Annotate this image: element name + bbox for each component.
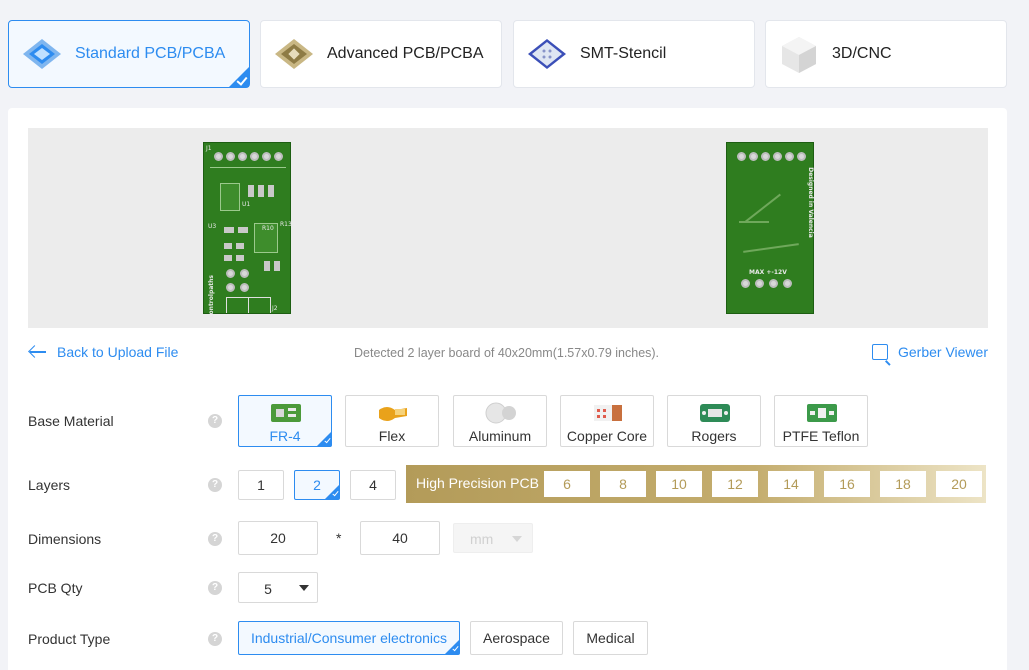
- material-label: Aluminum: [468, 428, 532, 444]
- help-icon[interactable]: ?: [208, 581, 222, 595]
- standard-pcb-icon: [19, 31, 65, 77]
- layer-option-2[interactable]: 2: [294, 470, 340, 500]
- back-label: Back to Upload File: [57, 344, 179, 360]
- fr4-board-icon: [271, 404, 301, 422]
- 3d-cnc-icon: [776, 31, 822, 77]
- pcb-top-view: J1 U1 U3 R10 R13 controlpaths J2: [203, 142, 292, 318]
- qty-value: 5: [264, 581, 272, 597]
- layer-option-12[interactable]: 12: [712, 471, 758, 497]
- pcb-qty-row: PCB Qty ? 5: [28, 572, 988, 603]
- chevron-down-icon: [299, 585, 309, 591]
- arrow-left-icon: [28, 345, 48, 359]
- product-type-row: Product Type ? Industrial/Consumer elect…: [28, 621, 988, 655]
- tab-label: Standard PCB/PCBA: [75, 45, 226, 62]
- chevron-down-icon: [512, 536, 522, 542]
- quote-panel: J1 U1 U3 R10 R13 controlpaths J2 Designe…: [8, 108, 1007, 670]
- field-label: Product Type: [28, 631, 111, 647]
- dimension-width-input[interactable]: 20: [238, 521, 318, 555]
- gerber-preview: J1 U1 U3 R10 R13 controlpaths J2 Designe…: [28, 128, 988, 328]
- silkscreen-label: U1: [242, 201, 251, 208]
- material-option-fr4[interactable]: FR-4: [238, 395, 332, 447]
- layer-option-8[interactable]: 8: [600, 471, 646, 497]
- silkscreen-label: J2: [272, 305, 278, 312]
- tab-3d-cnc[interactable]: 3D/CNC: [765, 20, 1007, 88]
- silkscreen-label: R10: [262, 225, 274, 232]
- tab-label: 3D/CNC: [832, 45, 892, 62]
- unit-select[interactable]: mm: [453, 523, 533, 553]
- material-option-copper-core[interactable]: Copper Core: [560, 395, 654, 447]
- layers-row: Layers ? 1 2 4 High Precision PCB 6 8 10…: [28, 465, 988, 503]
- aluminum-board-icon: [485, 402, 516, 424]
- product-type-industrial[interactable]: Industrial/Consumer electronics: [238, 621, 460, 655]
- layer-option-4[interactable]: 4: [350, 470, 396, 500]
- material-option-aluminum[interactable]: Aluminum: [453, 395, 547, 447]
- detection-summary: Detected 2 layer board of 40x20mm(1.57x0…: [354, 346, 660, 360]
- silkscreen-label: U3: [208, 223, 217, 230]
- document-search-icon: [871, 344, 888, 360]
- material-label: Rogers: [691, 428, 737, 444]
- silkscreen-label: MAX +-12V: [749, 269, 787, 276]
- layer-option-16[interactable]: 16: [824, 471, 870, 497]
- field-label: Dimensions: [28, 531, 102, 547]
- unit-value: mm: [470, 531, 494, 547]
- help-icon[interactable]: ?: [208, 632, 222, 646]
- gerber-label: Gerber Viewer: [897, 344, 988, 360]
- field-label: PCB Qty: [28, 580, 83, 596]
- flex-board-icon: [379, 407, 407, 421]
- silkscreen-label: controlpaths: [208, 274, 216, 319]
- product-tabs: Standard PCB/PCBA Advanced PCB/PCBA SMT-…: [8, 20, 1008, 88]
- help-icon[interactable]: ?: [208, 532, 222, 546]
- help-icon[interactable]: ?: [208, 478, 222, 492]
- gerber-viewer-link[interactable]: Gerber Viewer: [871, 344, 988, 360]
- tab-standard-pcb[interactable]: Standard PCB/PCBA: [8, 20, 250, 88]
- copper-core-icon: [594, 405, 622, 421]
- layer-option-18[interactable]: 18: [880, 471, 926, 497]
- smt-stencil-icon: [524, 31, 570, 77]
- back-to-upload-link[interactable]: Back to Upload File: [28, 344, 178, 360]
- material-option-flex[interactable]: Flex: [345, 395, 439, 447]
- material-label: Flex: [378, 428, 406, 444]
- layer-option-6[interactable]: 6: [544, 471, 590, 497]
- pcb-qty-select[interactable]: 5: [238, 572, 318, 603]
- material-label: PTFE Teflon: [782, 428, 860, 444]
- high-precision-label: High Precision PCB: [416, 475, 539, 491]
- product-type-medical[interactable]: Medical: [573, 621, 648, 655]
- rogers-board-icon: [700, 404, 730, 422]
- help-icon[interactable]: ?: [208, 414, 222, 428]
- layer-option-10[interactable]: 10: [656, 471, 702, 497]
- high-precision-pcb-group: High Precision PCB 6 8 10 12 14 16 18 20: [406, 465, 986, 503]
- material-label: Copper Core: [566, 428, 648, 444]
- material-label: FR-4: [269, 428, 301, 444]
- tab-label: Advanced PCB/PCBA: [327, 45, 484, 62]
- silkscreen-label: R13: [280, 221, 292, 228]
- silkscreen-label: J1: [206, 145, 212, 152]
- pcb-bottom-view: Designed in Valencia MAX +-12V: [726, 142, 814, 314]
- material-option-ptfe-teflon[interactable]: PTFE Teflon: [774, 395, 868, 447]
- material-option-rogers[interactable]: Rogers: [667, 395, 761, 447]
- layer-option-20[interactable]: 20: [936, 471, 982, 497]
- selected-check-icon: [229, 67, 249, 87]
- layer-option-1[interactable]: 1: [238, 470, 284, 500]
- advanced-pcb-icon: [271, 31, 317, 77]
- field-label: Layers: [28, 477, 71, 493]
- layer-option-14[interactable]: 14: [768, 471, 814, 497]
- product-type-aerospace[interactable]: Aerospace: [470, 621, 563, 655]
- dimension-separator: *: [336, 530, 342, 546]
- field-label: Base Material: [28, 413, 114, 429]
- dimensions-row: Dimensions ? 20 * 40 mm: [28, 521, 988, 555]
- tab-label: SMT-Stencil: [580, 45, 667, 62]
- silkscreen-label: Designed in Valencia: [806, 167, 814, 238]
- dimension-height-input[interactable]: 40: [360, 521, 440, 555]
- tab-smt-stencil[interactable]: SMT-Stencil: [513, 20, 755, 88]
- preview-actions: Back to Upload File Detected 2 layer boa…: [28, 344, 988, 364]
- tab-advanced-pcb[interactable]: Advanced PCB/PCBA: [260, 20, 502, 88]
- ptfe-board-icon: [807, 404, 837, 422]
- base-material-row: Base Material ? FR-4 Flex Aluminum Coppe…: [28, 395, 988, 447]
